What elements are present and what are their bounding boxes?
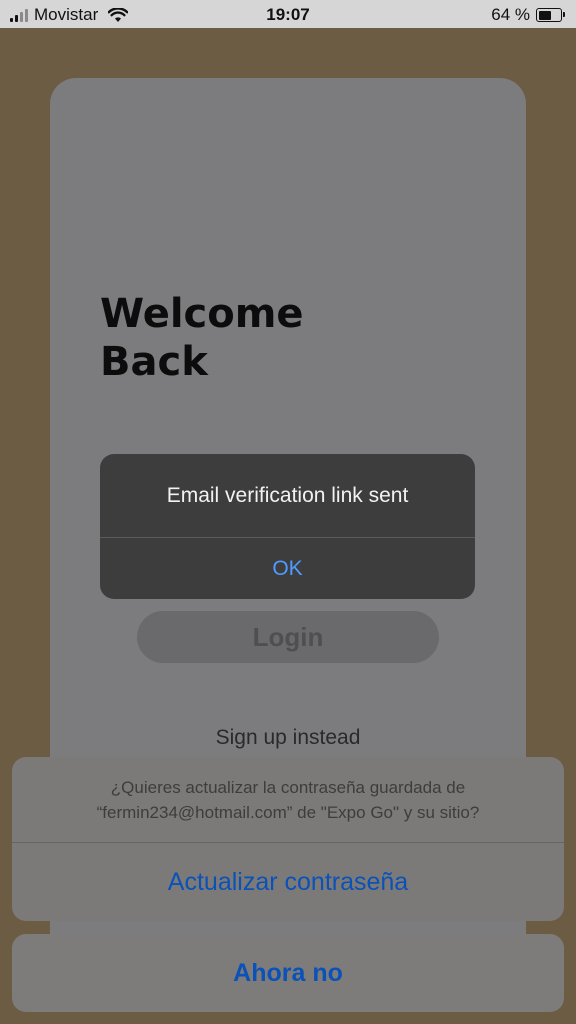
- login-button[interactable]: Login: [137, 611, 439, 663]
- welcome-line: Welcome: [100, 291, 304, 337]
- battery-percent: 64 %: [491, 5, 530, 24]
- signup-link[interactable]: Sign up instead: [0, 726, 576, 750]
- welcome-title: Welcome Back: [100, 290, 430, 386]
- clock: 19:07: [266, 5, 310, 24]
- battery-icon: [536, 8, 565, 22]
- password-update-sheet: ¿Quieres actualizar la contraseña guarda…: [12, 757, 564, 921]
- update-password-button[interactable]: Actualizar contraseña: [12, 843, 564, 921]
- status-right: 64 %: [491, 5, 565, 25]
- sheet-message-line2: “fermin234@hotmail.com” de "Expo Go" y s…: [96, 803, 480, 822]
- welcome-line: Back: [100, 339, 208, 385]
- alert-message: Email verification link sent: [166, 484, 409, 507]
- alert-ok-button[interactable]: OK: [100, 538, 475, 599]
- sheet-message-line1: ¿Quieres actualizar la contraseña guarda…: [110, 778, 466, 797]
- sheet-message: ¿Quieres actualizar la contraseña guarda…: [12, 757, 564, 842]
- verification-alert: Email verification link sent OK: [100, 454, 475, 599]
- status-bar: Movistar 19:07 64 %: [0, 0, 576, 28]
- not-now-button[interactable]: Ahora no: [12, 934, 564, 1012]
